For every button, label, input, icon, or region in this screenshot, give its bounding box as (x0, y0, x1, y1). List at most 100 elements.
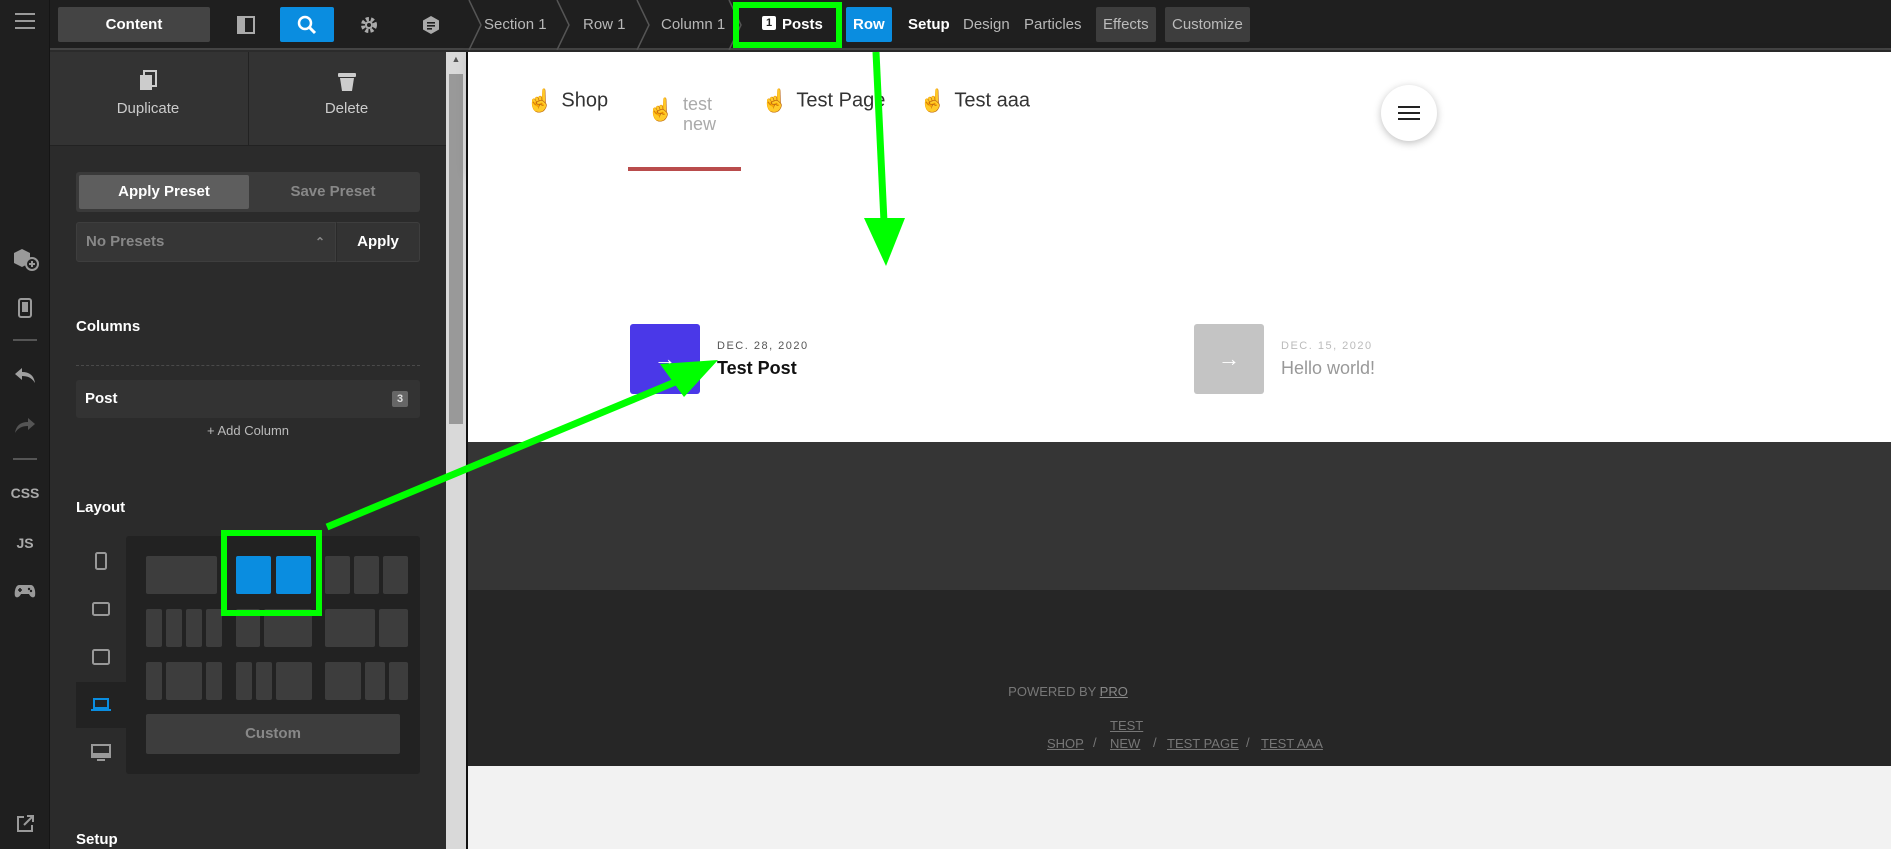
layout-option-3col-c[interactable] (383, 556, 408, 594)
layout-option[interactable] (325, 662, 361, 700)
layout-option[interactable] (325, 609, 375, 647)
breakpoint-phone-landscape-icon[interactable] (76, 586, 126, 632)
tab-particles[interactable]: Particles (1017, 7, 1089, 42)
inspector-icon[interactable] (404, 7, 458, 42)
nav-item-test-aaa[interactable]: ☝ Test aaa (919, 88, 1030, 128)
posts-highlight-box (733, 2, 842, 48)
tab-customize[interactable]: Customize (1165, 7, 1250, 42)
footer-separator: / (1246, 735, 1250, 750)
footer-link-new[interactable]: NEW (1110, 735, 1140, 752)
nav-item-test-page[interactable]: ☝ Test Page (761, 88, 885, 128)
hand-pointer-icon: ☝ (761, 88, 789, 113)
add-element-icon[interactable] (0, 247, 50, 275)
layout-option[interactable] (276, 662, 312, 700)
breadcrumb-column[interactable]: Column 1 (661, 0, 725, 50)
footer-separator: / (1153, 735, 1157, 750)
hand-pointer-icon: ☝ (526, 88, 554, 113)
site-header: ☝ Shop ☝ test new ☝ Test Page ☝ Test aaa (468, 52, 1891, 172)
layout-icon[interactable] (219, 7, 273, 42)
layout-option[interactable] (236, 662, 252, 700)
rail-divider (13, 458, 37, 460)
powered-prefix: POWERED BY (1008, 684, 1100, 699)
trash-icon (249, 70, 444, 100)
layout-title: Layout (76, 499, 126, 516)
breadcrumb-row[interactable]: Row 1 (583, 0, 626, 50)
layout-option[interactable] (186, 609, 202, 647)
layout-option[interactable] (206, 609, 222, 647)
breadcrumb-separator (468, 0, 482, 50)
delete-button[interactable]: Delete (248, 52, 444, 146)
apply-preset-tab[interactable]: Apply Preset (79, 175, 249, 209)
scrollbar-thumb[interactable] (449, 74, 463, 424)
breadcrumb-separator (556, 0, 570, 50)
element-actions: Duplicate Delete (50, 52, 446, 146)
hand-pointer-icon: ☝ (647, 97, 675, 122)
layout-option[interactable] (146, 609, 162, 647)
layout-option[interactable] (365, 662, 385, 700)
add-column-button[interactable]: + Add Column (76, 423, 420, 438)
layout-option-3col-b[interactable] (354, 556, 379, 594)
apply-preset-button[interactable]: Apply (336, 222, 420, 262)
footer-link-test-page[interactable]: TEST PAGE (1167, 735, 1239, 752)
css-button[interactable]: CSS (0, 485, 50, 501)
layout-option[interactable] (256, 662, 272, 700)
left-rail: CSS JS (0, 0, 50, 849)
js-button[interactable]: JS (0, 535, 50, 551)
breakpoint-laptop-icon[interactable] (76, 682, 126, 728)
layout-option-3col-a[interactable] (325, 556, 350, 594)
footer-link-test-aaa[interactable]: TEST AAA (1261, 735, 1323, 752)
layout-option[interactable] (206, 662, 222, 700)
nav-label-line1: test (683, 94, 713, 114)
layout-option-1col[interactable] (146, 556, 217, 594)
layout-option[interactable] (146, 662, 162, 700)
panel-scrollbar[interactable]: ▲ (446, 52, 466, 849)
custom-layout-button[interactable]: Custom (146, 714, 400, 754)
footer-link-test[interactable]: TEST (1110, 717, 1143, 734)
content-button[interactable]: Content (58, 7, 210, 42)
breakpoint-tablet-icon[interactable] (76, 634, 126, 680)
tab-design[interactable]: Design (956, 7, 1017, 42)
nav-item-shop[interactable]: ☝ Shop (526, 88, 608, 128)
powered-link[interactable]: PRO (1100, 684, 1128, 699)
tab-row[interactable]: Row (846, 7, 892, 42)
nav-label: Test Page (796, 89, 886, 112)
post-date: DEC. 15, 2020 (1281, 340, 1373, 352)
save-preset-tab[interactable]: Save Preset (249, 175, 417, 209)
preset-select[interactable]: No Presets ⌃ (76, 222, 336, 262)
post-title[interactable]: Test Post (717, 358, 797, 379)
layout-option[interactable] (166, 662, 202, 700)
tab-effects[interactable]: Effects (1096, 7, 1156, 42)
tab-setup[interactable]: Setup (901, 7, 957, 42)
undo-icon[interactable] (0, 366, 50, 388)
columns-divider (76, 365, 420, 366)
arrow-right-icon[interactable]: → (1194, 324, 1264, 394)
preset-select-value: No Presets (86, 233, 165, 250)
layout-option[interactable] (166, 609, 182, 647)
dark-band-section (468, 442, 1891, 590)
delete-label: Delete (324, 100, 369, 117)
powered-by-text: POWERED BY PRO (468, 684, 1668, 699)
gear-icon[interactable] (342, 7, 396, 42)
layout-option[interactable] (389, 662, 408, 700)
duplicate-button[interactable]: Duplicate (50, 52, 246, 146)
post-title[interactable]: Hello world! (1281, 358, 1375, 379)
footer-link-shop[interactable]: SHOP (1047, 735, 1084, 752)
nav-label: Test aaa (954, 89, 1031, 112)
search-icon[interactable] (280, 7, 334, 42)
menu-icon[interactable] (0, 12, 50, 34)
scroll-up-icon[interactable]: ▲ (446, 54, 466, 64)
column-count-badge: 3 (392, 391, 408, 407)
breadcrumb-section[interactable]: Section 1 (484, 0, 547, 50)
gamepad-icon[interactable] (0, 583, 50, 603)
rail-divider (13, 339, 37, 341)
inspector-panel: Duplicate Delete Apply Preset Save Prese… (50, 52, 446, 849)
breakpoint-phone-icon[interactable] (76, 538, 126, 584)
breakpoint-desktop-icon[interactable] (76, 730, 126, 776)
external-link-icon[interactable] (0, 815, 50, 837)
responsive-icon[interactable] (0, 298, 50, 322)
redo-icon[interactable] (0, 416, 50, 438)
arrow-right-icon[interactable]: → (630, 324, 700, 394)
column-item-post[interactable]: Post 3 (76, 380, 420, 418)
hamburger-menu-button[interactable] (1381, 85, 1437, 141)
layout-option[interactable] (379, 609, 408, 647)
